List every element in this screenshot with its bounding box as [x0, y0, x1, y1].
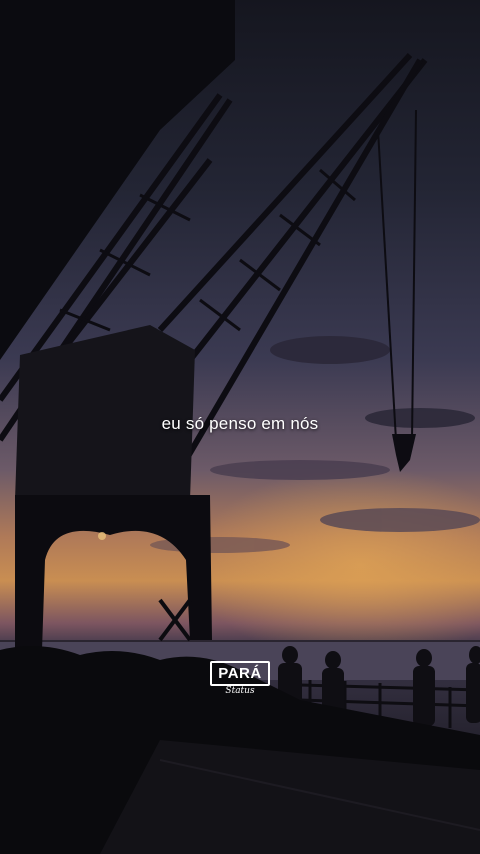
logo-title: PARÁ	[210, 661, 270, 686]
crane-cabin	[15, 325, 195, 500]
channel-logo: PARÁ Status	[207, 661, 273, 699]
logo-subtitle: Status	[225, 686, 255, 696]
video-caption: eu só penso em nós	[161, 414, 319, 433]
cabin-light	[98, 532, 106, 540]
